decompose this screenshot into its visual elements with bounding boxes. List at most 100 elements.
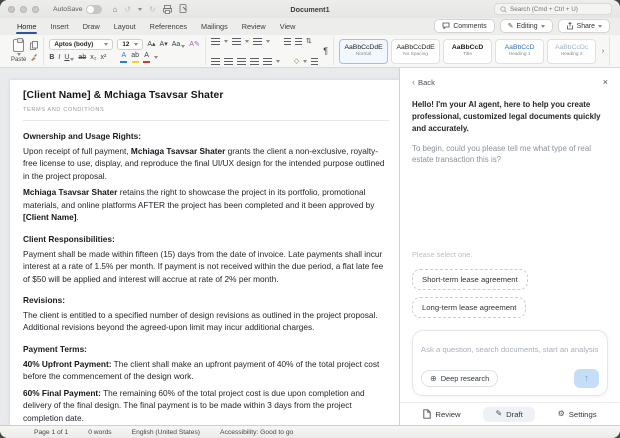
back-button[interactable]: ‹ Back bbox=[412, 77, 435, 87]
back-chevron-icon: ‹ bbox=[412, 77, 415, 87]
search-icon bbox=[500, 6, 507, 13]
subscript-icon[interactable]: x₂ bbox=[90, 54, 96, 61]
accessibility-status[interactable]: Accessibility: Good to go bbox=[220, 429, 293, 436]
pilcrow-icon[interactable]: ¶ bbox=[323, 47, 328, 56]
highlight-color-icon[interactable]: ab bbox=[131, 52, 139, 63]
editing-mode-button[interactable]: ✎ Editing bbox=[500, 19, 553, 33]
tab-draft[interactable]: ✎ Draft bbox=[483, 407, 534, 422]
close-panel-icon[interactable]: × bbox=[603, 77, 608, 87]
word-window: AutoSave ⌂ ↺ ↻ Document1 HomeInsertDrawL… bbox=[0, 0, 620, 438]
chevron-down-icon bbox=[104, 43, 108, 46]
text-effects-icon[interactable]: A bbox=[120, 52, 127, 63]
style-heading-1[interactable]: AaBbCcDHeading 1 bbox=[495, 39, 544, 64]
font-color-icon[interactable]: A bbox=[143, 52, 150, 63]
sort-icon[interactable]: ⇅ bbox=[306, 38, 312, 45]
style-normal[interactable]: AaBbCcDdENormal bbox=[339, 39, 388, 64]
send-button[interactable]: ↑ bbox=[574, 369, 599, 388]
status-bar: Page 1 of 1 0 words English (United Stat… bbox=[0, 425, 620, 438]
document-heading: Payment Terms: bbox=[23, 344, 389, 354]
assistant-input[interactable] bbox=[421, 345, 599, 354]
deep-research-button[interactable]: ⊕ Deep research bbox=[421, 370, 498, 387]
comment-bubble-icon bbox=[442, 22, 450, 30]
assistant-input-card: ⊕ Deep research ↑ bbox=[412, 330, 608, 396]
minimize-window-button[interactable] bbox=[20, 6, 27, 13]
comments-button[interactable]: Comments bbox=[434, 19, 494, 33]
window-controls bbox=[8, 6, 39, 13]
bold-icon[interactable]: B bbox=[49, 54, 54, 61]
dictate-button[interactable]: Dictate bbox=[610, 37, 620, 65]
font-name-select[interactable]: Aptos (body) bbox=[49, 39, 113, 50]
style-heading-2[interactable]: AaBbCcDcHeading 2 bbox=[547, 39, 596, 64]
autosave-control[interactable]: AutoSave bbox=[53, 5, 102, 14]
styles-gallery: AaBbCcDdENormalAaBbCcDdENo SpacingAaBbCc… bbox=[334, 37, 610, 65]
choice-short-term-lease-agreement[interactable]: Short-term lease agreement bbox=[412, 269, 528, 290]
italic-icon[interactable]: I bbox=[58, 54, 60, 61]
document-area: [Client Name] & Mchiaga Tsavsar Shater T… bbox=[0, 68, 400, 425]
share-label: Share bbox=[577, 23, 595, 30]
redo-icon[interactable]: ↻ bbox=[149, 5, 156, 14]
tab-mailings[interactable]: Mailings bbox=[194, 19, 235, 35]
tab-insert[interactable]: Insert bbox=[43, 19, 75, 35]
divider bbox=[23, 120, 389, 121]
paste-button[interactable]: Paste bbox=[11, 39, 26, 63]
superscript-icon[interactable]: x² bbox=[100, 54, 106, 61]
style-no-spacing[interactable]: AaBbCcDdENo Spacing bbox=[391, 39, 440, 64]
font-name-value: Aptos (body) bbox=[54, 41, 93, 48]
tab-settings[interactable]: ⚙ Settings bbox=[546, 407, 609, 422]
gear-icon: ⚙ bbox=[558, 410, 565, 418]
tab-draw[interactable]: Draw bbox=[76, 19, 107, 35]
autosave-label: AutoSave bbox=[53, 6, 82, 13]
grow-font-icon[interactable]: A▴ bbox=[147, 41, 155, 48]
tab-references[interactable]: References bbox=[143, 19, 194, 35]
close-window-button[interactable] bbox=[8, 6, 15, 13]
underline-icon[interactable]: U bbox=[64, 54, 74, 61]
autosave-toggle[interactable] bbox=[86, 5, 102, 14]
format-painter-icon[interactable] bbox=[179, 4, 188, 14]
font-group: Aptos (body) 12 A▴ A▾ Aa A✎ B I U bbox=[44, 37, 205, 65]
undo-caret-icon[interactable] bbox=[138, 8, 142, 11]
ribbon: Paste Aptos (body) 12 bbox=[0, 35, 620, 68]
share-button[interactable]: Share bbox=[558, 19, 610, 33]
titlebar-search[interactable] bbox=[494, 3, 612, 15]
search-input[interactable] bbox=[510, 6, 606, 13]
change-case-icon[interactable]: Aa bbox=[172, 41, 186, 48]
tab-review[interactable]: Review bbox=[235, 19, 273, 35]
format-brush-icon[interactable] bbox=[30, 53, 38, 61]
tab-view[interactable]: View bbox=[273, 19, 303, 35]
doc-title: [Client Name] & Mchiaga Tsavsar Shater bbox=[23, 90, 389, 101]
choice-long-term-lease-agreement[interactable]: Long-term lease agreement bbox=[412, 297, 526, 318]
tab-layout[interactable]: Layout bbox=[107, 19, 143, 35]
style-title[interactable]: AaBbCcDTitle bbox=[443, 39, 492, 64]
paste-label: Paste bbox=[11, 57, 26, 63]
font-size-select[interactable]: 12 bbox=[117, 39, 143, 50]
strikethrough-icon[interactable]: ab bbox=[78, 54, 86, 61]
copy-icon[interactable] bbox=[30, 41, 38, 50]
zoom-window-button[interactable] bbox=[32, 6, 39, 13]
document-heading: Ownership and Usage Rights: bbox=[23, 131, 389, 141]
back-label: Back bbox=[418, 78, 435, 87]
globe-icon: ⊕ bbox=[430, 375, 437, 383]
document-icon bbox=[423, 409, 431, 419]
clear-formatting-icon[interactable]: A✎ bbox=[189, 41, 200, 48]
deep-research-label: Deep research bbox=[441, 374, 489, 383]
assistant-greeting: Hello! I'm your AI agent, here to help y… bbox=[412, 99, 608, 135]
chevron-down-icon bbox=[134, 43, 138, 46]
tab-home[interactable]: Home bbox=[10, 19, 43, 35]
page-count[interactable]: Page 1 of 1 bbox=[34, 429, 68, 436]
gallery-more-icon[interactable]: › bbox=[599, 39, 607, 64]
undo-icon[interactable]: ↺ bbox=[124, 5, 131, 14]
chevron-down-icon bbox=[598, 25, 602, 28]
assistant-question: To begin, could you please tell me what … bbox=[412, 143, 608, 167]
pencil-icon: ✎ bbox=[495, 410, 502, 418]
tab-review[interactable]: Review bbox=[411, 406, 472, 422]
document-page[interactable]: [Client Name] & Mchiaga Tsavsar Shater T… bbox=[10, 80, 399, 425]
language-indicator[interactable]: English (United States) bbox=[132, 429, 200, 436]
home-icon[interactable]: ⌂ bbox=[112, 5, 117, 14]
shading-icon[interactable]: ◇ bbox=[294, 58, 299, 65]
print-icon[interactable] bbox=[163, 5, 172, 14]
document-paragraph: Upon receipt of full payment, Mchiaga Ts… bbox=[23, 145, 389, 182]
shrink-font-icon[interactable]: A▾ bbox=[160, 41, 168, 48]
editing-label: Editing bbox=[517, 23, 538, 30]
word-count[interactable]: 0 words bbox=[88, 429, 111, 436]
chevron-down-icon bbox=[154, 56, 158, 59]
